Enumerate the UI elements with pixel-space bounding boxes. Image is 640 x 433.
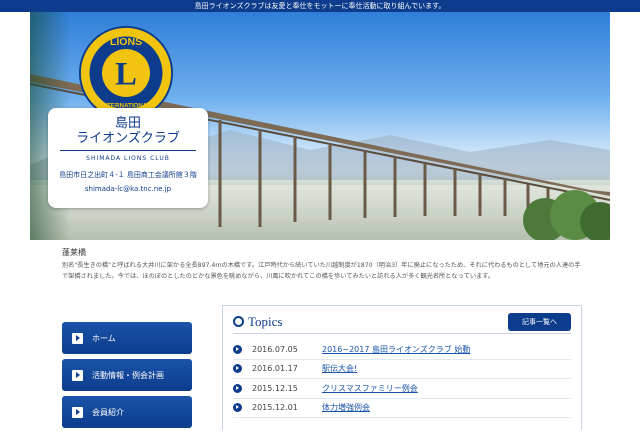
club-address: 島田市日之出町４-１ 島田商工会議所館３階 bbox=[59, 171, 197, 179]
card-divider bbox=[60, 150, 196, 151]
arrow-icon bbox=[72, 369, 83, 381]
bullet-arrow-icon bbox=[233, 364, 242, 374]
menu-members[interactable]: 会員紹介 bbox=[62, 396, 192, 428]
topic-date: 2016.01.17 bbox=[252, 364, 298, 374]
topic-link[interactable]: 駅伝大会! bbox=[322, 363, 357, 374]
list-item: 2015.12.01 体力増強例会 bbox=[233, 399, 571, 418]
all-articles-button[interactable]: 記事一覧へ bbox=[508, 312, 571, 331]
photo-description: 別名"長生きの橋"と呼ばれる大井川に架かる全長897.4ｍの木橋です。江戸時代か… bbox=[62, 262, 581, 280]
topic-link[interactable]: 体力増強例会 bbox=[322, 402, 370, 413]
photo-caption: 蓬莱橋 bbox=[62, 248, 86, 257]
club-info-card: 島田 ライオンズクラブ SHIMADA LIONS CLUB 島田市日之出町４-… bbox=[48, 108, 208, 208]
topic-link[interactable]: クリスマスファミリー例会 bbox=[322, 383, 418, 394]
logo-letter: L bbox=[115, 57, 137, 93]
club-email[interactable]: shimada-lc@ka.tnc.ne.jp bbox=[48, 185, 208, 193]
menu-home[interactable]: ホーム bbox=[62, 322, 192, 354]
topics-title: Topics bbox=[233, 314, 282, 330]
bullet-arrow-icon bbox=[233, 403, 242, 413]
lions-logo[interactable]: L LIONS INTERNATIONAL bbox=[78, 25, 174, 121]
topic-date: 2015.12.15 bbox=[252, 383, 298, 393]
list-item: 2016.07.05 2016~2017 島田ライオンズクラブ 始動 bbox=[233, 340, 571, 360]
list-item: 2016.01.17 駅伝大会! bbox=[233, 360, 571, 379]
trees bbox=[523, 190, 610, 240]
bullet-arrow-icon bbox=[233, 383, 242, 393]
arrow-icon bbox=[72, 332, 83, 344]
logo-top-text: LIONS bbox=[110, 36, 142, 48]
arrow-icon bbox=[72, 406, 83, 418]
top-banner: 島田ライオンズクラブは友愛と奉仕をモットーに奉仕活動に取り組んでいます。 bbox=[0, 0, 640, 12]
topics-list: 2016.07.05 2016~2017 島田ライオンズクラブ 始動 2016.… bbox=[233, 340, 571, 418]
club-name-english: SHIMADA LIONS CLUB bbox=[86, 155, 170, 162]
club-name: 島田 ライオンズクラブ bbox=[76, 116, 180, 146]
topics-panel: Topics 記事一覧へ 2016.07.05 2016~2017 島田ライオン… bbox=[222, 305, 582, 430]
side-menu: ホーム 活動情報・例会計画 会員紹介 bbox=[62, 322, 192, 433]
bullet-arrow-icon bbox=[233, 344, 242, 354]
circle-icon bbox=[233, 316, 244, 327]
topic-link[interactable]: 2016~2017 島田ライオンズクラブ 始動 bbox=[322, 344, 470, 355]
list-item: 2015.12.15 クリスマスファミリー例会 bbox=[233, 379, 571, 399]
topic-date: 2016.07.05 bbox=[252, 344, 298, 354]
topics-header: Topics 記事一覧へ bbox=[233, 312, 571, 334]
topic-date: 2015.12.01 bbox=[252, 403, 298, 413]
menu-activities[interactable]: 活動情報・例会計画 bbox=[62, 359, 192, 391]
